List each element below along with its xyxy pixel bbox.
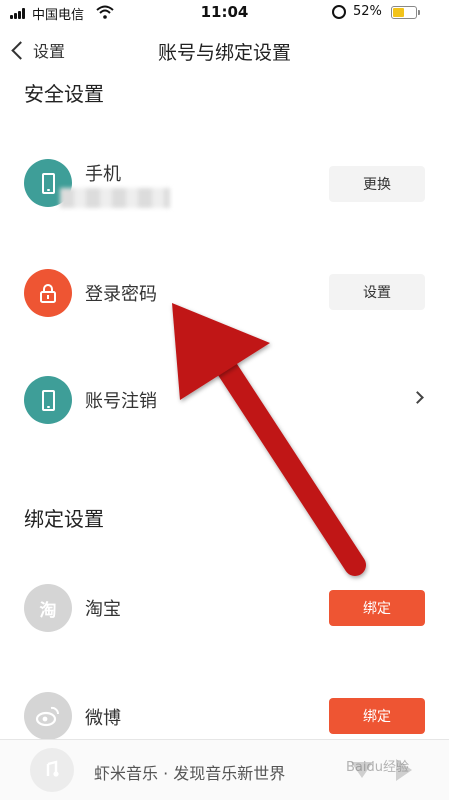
nav-bar: 设置 账号与绑定设置 [0, 30, 449, 70]
change-phone-button[interactable]: 更换 [329, 166, 425, 202]
account-deletion-row[interactable]: 账号注销 [0, 370, 449, 430]
weibo-icon [24, 692, 72, 740]
password-label: 登录密码 [85, 284, 157, 305]
taobao-row: 淘 淘宝 绑定 [0, 578, 449, 638]
lock-icon [24, 269, 72, 317]
security-section-title: 安全设置 [24, 82, 104, 106]
taobao-label: 淘宝 [85, 599, 121, 620]
page-title: 账号与绑定设置 [157, 42, 291, 64]
battery-percent: 52% [353, 4, 382, 19]
watermark-logo: Baidu经验 [346, 760, 409, 775]
bind-weibo-button[interactable]: 绑定 [329, 698, 425, 734]
music-banner-text: 虾米音乐 · 发现音乐新世界 [94, 764, 286, 783]
taobao-icon: 淘 [24, 584, 72, 632]
binding-section-title: 绑定设置 [24, 507, 104, 531]
phone-label: 手机 [85, 164, 121, 185]
status-bar: 中国电信 11:04 52% [0, 0, 449, 26]
phone-number-masked [60, 188, 170, 208]
rotation-lock-icon [332, 5, 346, 19]
account-deletion-label: 账号注销 [85, 391, 157, 412]
bind-taobao-button[interactable]: 绑定 [329, 590, 425, 626]
music-app-icon [30, 748, 74, 792]
weibo-row: 微博 绑定 [0, 686, 449, 746]
battery-tip [418, 10, 420, 15]
set-password-button[interactable]: 设置 [329, 274, 425, 310]
battery-fill [393, 8, 404, 17]
battery-icon [391, 6, 417, 19]
weibo-label: 微博 [85, 708, 121, 729]
password-row: 登录密码 设置 [0, 263, 449, 323]
chevron-right-icon [411, 391, 424, 404]
phone-icon [24, 376, 72, 424]
